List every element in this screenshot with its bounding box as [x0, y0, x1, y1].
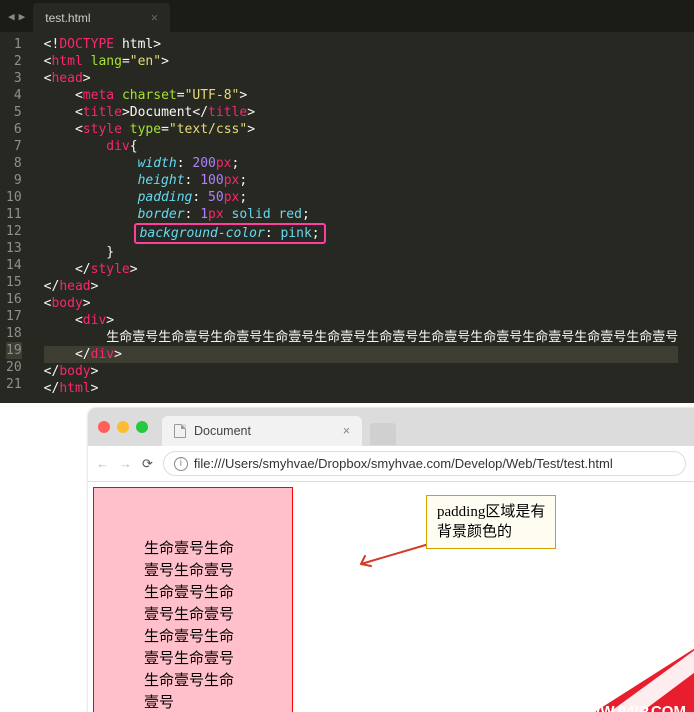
- pink-box: 生命壹号生命壹号生命壹号生命壹号生命壹号生命壹号生命壹号生命壹号生命壹号生命壹号…: [93, 487, 293, 712]
- code-line[interactable]: <title>Document</title>: [44, 104, 679, 121]
- code-line[interactable]: <head>: [44, 70, 679, 87]
- code-line[interactable]: 生命壹号生命壹号生命壹号生命壹号生命壹号生命壹号生命壹号生命壹号生命壹号生命壹号…: [44, 329, 679, 346]
- browser-tab[interactable]: Document ×: [162, 416, 362, 446]
- watermark-url: WWW.94IP.COM: [572, 703, 686, 712]
- window-controls[interactable]: [98, 421, 148, 433]
- code-line[interactable]: padding: 50px;: [44, 189, 679, 206]
- line-number: 17: [6, 308, 22, 325]
- tab-close-icon[interactable]: ×: [343, 424, 350, 438]
- browser-viewport: 生命壹号生命壹号生命壹号生命壹号生命壹号生命壹号生命壹号生命壹号生命壹号生命壹号…: [88, 482, 694, 712]
- line-number: 4: [6, 87, 22, 104]
- line-number: 2: [6, 53, 22, 70]
- browser-window: Document × ← → ⟳ i file:///Users/smyhvae…: [88, 408, 694, 712]
- code-body[interactable]: <!DOCTYPE html><html lang="en"><head> <m…: [30, 36, 679, 397]
- editor-forward-icon[interactable]: ▶: [19, 10, 26, 23]
- line-number: 3: [6, 70, 22, 87]
- code-line[interactable]: </style>: [44, 261, 679, 278]
- line-number: 11: [6, 206, 22, 223]
- line-number: 21: [6, 376, 22, 393]
- line-gutter: 123456789101112131415161718192021: [0, 36, 30, 397]
- code-area[interactable]: 123456789101112131415161718192021 <!DOCT…: [0, 32, 694, 403]
- line-number: 6: [6, 121, 22, 138]
- callout-line1: padding区域是有: [437, 502, 545, 522]
- line-number: 19: [6, 342, 22, 359]
- code-line[interactable]: <body>: [44, 295, 679, 312]
- pink-box-text: 生命壹号生命壹号生命壹号生命壹号生命壹号生命壹号生命壹号生命壹号生命壹号生命壹号…: [144, 541, 234, 711]
- callout-box: padding区域是有 背景颜色的: [426, 495, 556, 549]
- reload-icon[interactable]: ⟳: [142, 456, 153, 472]
- callout-arrow-icon: [351, 542, 431, 572]
- info-icon[interactable]: i: [174, 457, 188, 471]
- editor-tabbar: ◀ ▶ test.html ×: [0, 0, 694, 32]
- address-bar: ← → ⟳ i file:///Users/smyhvae/Dropbox/sm…: [88, 446, 694, 482]
- code-line[interactable]: <html lang="en">: [44, 53, 679, 70]
- code-line[interactable]: <div>: [44, 312, 679, 329]
- code-line[interactable]: height: 100px;: [44, 172, 679, 189]
- editor-tab[interactable]: test.html ×: [33, 3, 170, 32]
- new-tab-button[interactable]: [370, 423, 396, 445]
- editor-tab-title: test.html: [45, 11, 90, 25]
- line-number: 9: [6, 172, 22, 189]
- close-window-icon[interactable]: [98, 421, 110, 433]
- page-icon: [174, 424, 186, 438]
- forward-icon[interactable]: →: [119, 456, 132, 471]
- close-icon[interactable]: ×: [151, 10, 159, 25]
- url-input[interactable]: i file:///Users/smyhvae/Dropbox/smyhvae.…: [163, 451, 686, 476]
- line-number: 20: [6, 359, 22, 376]
- watermark: WWW.94IP.COM IT运维空间: [464, 636, 694, 712]
- code-line[interactable]: </html>: [44, 380, 679, 397]
- editor-back-icon[interactable]: ◀: [8, 10, 15, 23]
- code-line[interactable]: }: [44, 244, 679, 261]
- browser-tabbar: Document ×: [88, 408, 694, 446]
- line-number: 7: [6, 138, 22, 155]
- line-number: 16: [6, 291, 22, 308]
- line-number: 12: [6, 223, 22, 240]
- editor-nav-arrows[interactable]: ◀ ▶: [6, 0, 33, 32]
- back-icon[interactable]: ←: [96, 456, 109, 471]
- line-number: 1: [6, 36, 22, 53]
- line-number: 15: [6, 274, 22, 291]
- maximize-window-icon[interactable]: [136, 421, 148, 433]
- line-number: 13: [6, 240, 22, 257]
- line-number: 14: [6, 257, 22, 274]
- url-text: file:///Users/smyhvae/Dropbox/smyhvae.co…: [194, 456, 613, 471]
- code-line[interactable]: div{: [44, 138, 679, 155]
- code-editor: ◀ ▶ test.html × 123456789101112131415161…: [0, 0, 694, 403]
- callout-line2: 背景颜色的: [437, 522, 545, 542]
- code-line[interactable]: <meta charset="UTF-8">: [44, 87, 679, 104]
- line-number: 5: [6, 104, 22, 121]
- minimize-window-icon[interactable]: [117, 421, 129, 433]
- code-line[interactable]: </div>: [44, 346, 679, 363]
- code-highlight-box: background-color: pink;: [134, 223, 326, 244]
- code-line[interactable]: <style type="text/css">: [44, 121, 679, 138]
- code-line[interactable]: </head>: [44, 278, 679, 295]
- code-line[interactable]: border: 1px solid red;: [44, 206, 679, 223]
- code-line[interactable]: </body>: [44, 363, 679, 380]
- code-line[interactable]: background-color: pink;: [44, 223, 679, 244]
- line-number: 18: [6, 325, 22, 342]
- code-line[interactable]: <!DOCTYPE html>: [44, 36, 679, 53]
- line-number: 8: [6, 155, 22, 172]
- line-number: 10: [6, 189, 22, 206]
- browser-tab-title: Document: [194, 424, 251, 438]
- code-line[interactable]: width: 200px;: [44, 155, 679, 172]
